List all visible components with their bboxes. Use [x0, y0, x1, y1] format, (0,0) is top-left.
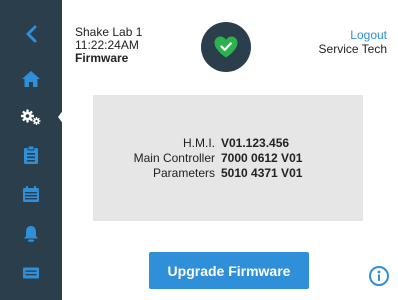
heart-check-icon: [214, 36, 238, 58]
version-value: V01.123.456: [221, 136, 290, 150]
upgrade-firmware-button[interactable]: Upgrade Firmware: [149, 252, 309, 289]
version-value: 7000 0612 V01: [221, 151, 303, 165]
version-label: Parameters: [152, 166, 215, 180]
home-icon: [22, 71, 40, 87]
message-icon: [23, 267, 39, 279]
sidebar-item-messages[interactable]: [0, 257, 62, 289]
sidebar-item-calendar[interactable]: [0, 178, 62, 210]
active-indicator: [58, 109, 64, 125]
version-row: Parameters 5010 4371 V01: [93, 166, 363, 181]
back-chevron-icon: [26, 25, 37, 43]
firmware-info-panel: H.M.I. V01.123.456 Main Controller 7000 …: [93, 95, 363, 221]
version-label: Main Controller: [133, 151, 215, 165]
sidebar-item-clipboard[interactable]: [0, 139, 62, 171]
user-role: Service Tech: [318, 42, 387, 56]
sidebar-nav: [0, 0, 64, 300]
back-button[interactable]: [0, 18, 62, 50]
clipboard-icon: [24, 145, 38, 164]
alarm-bell-icon: [24, 226, 38, 242]
info-button[interactable]: [369, 266, 389, 286]
sidebar-item-settings[interactable]: [0, 101, 62, 133]
calendar-icon: [23, 186, 39, 202]
version-value: 5010 4371 V01: [221, 166, 303, 180]
status-indicator: [201, 22, 251, 72]
logout-link[interactable]: Logout: [319, 28, 387, 42]
version-label: H.M.I.: [183, 136, 215, 150]
settings-gears-icon: [21, 109, 41, 125]
version-row: H.M.I. V01.123.456: [93, 136, 363, 151]
sidebar-item-home[interactable]: [0, 63, 62, 95]
header-info: Shake Lab 1 11:22:24AM Firmware: [75, 26, 142, 65]
sidebar-item-alarms[interactable]: [0, 218, 62, 250]
version-row: Main Controller 7000 0612 V01: [93, 151, 363, 166]
info-icon: [377, 270, 381, 281]
page-title: Firmware: [75, 51, 129, 65]
user-area: Logout Service Tech: [319, 28, 387, 56]
